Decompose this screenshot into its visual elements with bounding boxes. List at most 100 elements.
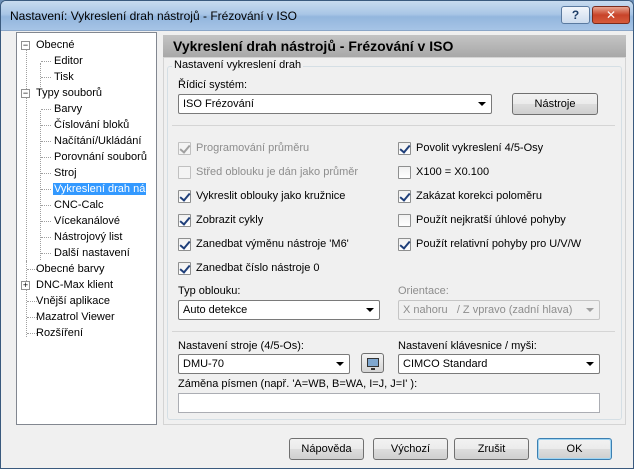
monitor-icon	[367, 358, 379, 370]
tree-item-porovnani-souboru[interactable]: Porovnání souborů	[53, 150, 148, 165]
chevron-down-icon	[586, 308, 594, 312]
tree-item-mazatrol[interactable]: Mazatrol Viewer	[35, 310, 116, 325]
arc-type-label: Typ oblouku:	[178, 285, 241, 297]
checkbox-label: Programování průměru	[196, 142, 310, 154]
checkbox-label: X100 = X0.100	[416, 166, 490, 178]
cancel-button[interactable]: Zrušit	[454, 438, 529, 460]
letter-swap-input[interactable]	[178, 393, 600, 413]
checkbox-label: Použít nejkratší úhlové pohyby	[416, 214, 566, 226]
help-button[interactable]: Nápověda	[289, 438, 364, 460]
tree-item-cislovani-bloku[interactable]: Číslování bloků	[53, 118, 130, 133]
tree-item-label: Nástrojový list	[54, 231, 123, 243]
checkbox-box[interactable]	[398, 166, 411, 179]
keyboard-label: Nastavení klávesnice / myši:	[398, 340, 537, 352]
chevron-down-icon	[586, 362, 594, 366]
group-title: Nastavení vykreslení drah	[172, 59, 304, 71]
tree-item-vykresleni-drah[interactable]: Vykreslení drah ná	[53, 182, 147, 197]
checkbox-label: Zobrazit cykly	[196, 214, 264, 226]
checkbox-box[interactable]	[178, 142, 191, 155]
panel-body: Nastavení vykreslení drah Řídicí systém:…	[163, 57, 626, 425]
orientation-select[interactable]: X nahoru / Z vpravo (zadní hlava)	[398, 300, 600, 320]
checkbox-box[interactable]	[178, 214, 191, 227]
tree-item-cnc-calc[interactable]: CNC-Calc	[53, 198, 105, 213]
close-button[interactable]: ✕	[592, 6, 630, 24]
ok-button[interactable]: OK	[537, 438, 612, 460]
chevron-down-icon	[478, 102, 486, 106]
machine-setup-button[interactable]	[361, 353, 384, 373]
tree-item-label: Další nastavení	[54, 247, 130, 259]
tree-item-label: Rozšíření	[36, 327, 84, 339]
machine-value: DMU-70	[183, 358, 224, 370]
checkbox-label: Vykreslit oblouky jako kružnice	[196, 190, 346, 202]
tools-button[interactable]: Nástroje	[512, 93, 598, 115]
keyboard-select[interactable]: CIMCO Standard	[398, 354, 600, 374]
checkbox-box[interactable]	[398, 142, 411, 155]
orientation-value: X nahoru / Z vpravo (zadní hlava)	[403, 304, 573, 316]
checkbox-label: Zakázat korekci poloměru	[416, 190, 542, 202]
tree-item-stroj[interactable]: Stroj	[53, 166, 78, 181]
checkbox-label: Povolit vykreslení 4/5-Osy	[416, 142, 544, 154]
separator	[172, 331, 615, 332]
chevron-down-icon	[366, 308, 374, 312]
collapse-icon[interactable]: −	[21, 89, 30, 98]
tree-item-tisk[interactable]: Tisk	[53, 70, 75, 85]
tree-item-label: Obecné	[36, 39, 75, 51]
default-button[interactable]: Výchozí	[373, 438, 448, 460]
checkbox-box[interactable]	[178, 190, 191, 203]
checkbox-box[interactable]	[178, 166, 191, 179]
expand-icon[interactable]: +	[21, 281, 30, 290]
tree-item-obecne-barvy[interactable]: Obecné barvy	[35, 262, 105, 277]
checkbox-label: Použít relativní pohyby pro U/V/W	[416, 238, 582, 250]
tree-item-label: Vnější aplikace	[36, 295, 110, 307]
panel-title: Vykreslení drah nástrojů - Frézování v I…	[173, 38, 454, 54]
tree-item-label: DNC-Max klient	[36, 279, 114, 291]
arc-type-value: Auto detekce	[183, 304, 248, 316]
window-title: Nastavení: Vykreslení drah nástrojů - Fr…	[10, 9, 298, 23]
tree-item-rozsireni[interactable]: Rozšíření	[35, 326, 84, 341]
checkbox-label: Střed oblouku je dán jako průměr	[196, 166, 359, 178]
letter-swap-label: Záměna písmen (např. 'A=WB, B=WA, I=J, J…	[178, 378, 418, 390]
checkbox-box[interactable]	[398, 190, 411, 203]
control-system-label: Řídicí systém:	[178, 79, 248, 91]
keyboard-value: CIMCO Standard	[403, 358, 488, 370]
collapse-icon[interactable]: −	[21, 41, 30, 50]
checkbox-box[interactable]	[398, 214, 411, 227]
arc-type-select[interactable]: Auto detekce	[178, 300, 380, 320]
tree-item-barvy[interactable]: Barvy	[53, 102, 83, 117]
checkbox-box[interactable]	[178, 238, 191, 251]
tree-item-label: Editor	[54, 55, 83, 67]
tree-item-label: Tisk	[54, 71, 74, 83]
separator	[172, 125, 615, 126]
settings-dialog: Nastavení: Vykreslení drah nástrojů - Fr…	[0, 0, 634, 469]
tree-item-label: Barvy	[54, 103, 83, 115]
machine-select[interactable]: DMU-70	[178, 354, 350, 374]
tree-item-label: CNC-Calc	[54, 199, 104, 211]
help-title-button[interactable]: ?	[561, 6, 590, 24]
settings-tree[interactable]: − Obecné Editor Tisk − Typy souborů Barv…	[16, 32, 157, 425]
title-bar[interactable]: Nastavení: Vykreslení drah nástrojů - Fr…	[1, 1, 633, 31]
panel-header: Vykreslení drah nástrojů - Frézování v I…	[163, 35, 626, 57]
tree-item-label: Načítání/Ukládání	[54, 135, 142, 147]
checkbox-label: Zanedbat výměnu nástroje 'M6'	[196, 238, 349, 250]
control-system-value: ISO Frézování	[183, 98, 254, 110]
tree-item-label: Vícekanálové	[54, 215, 121, 227]
tree-item-dalsi-nastaveni[interactable]: Další nastavení	[53, 246, 131, 261]
machine-label: Nastavení stroje (4/5-Os):	[178, 340, 304, 352]
checkbox-label: Zanedbat číslo nástroje 0	[196, 262, 320, 274]
tree-item-label: Porovnání souborů	[54, 151, 147, 163]
tree-item-vnejsi-aplikace[interactable]: Vnější aplikace	[35, 294, 111, 309]
tree-item-label: Stroj	[54, 167, 77, 179]
tree-item-nastrojovy-list[interactable]: Nástrojový list	[53, 230, 123, 245]
tree-item-nacitani-ukladani[interactable]: Načítání/Ukládání	[53, 134, 142, 149]
tree-item-label: Typy souborů	[36, 87, 103, 99]
orientation-label: Orientace:	[398, 285, 449, 297]
checkbox-box[interactable]	[398, 238, 411, 251]
chevron-down-icon	[336, 362, 344, 366]
tree-item-label: Obecné barvy	[36, 263, 105, 275]
tree-item-label: Vykreslení drah ná	[53, 183, 147, 195]
tree-item-editor[interactable]: Editor	[53, 54, 84, 69]
checkbox-box[interactable]	[178, 262, 191, 275]
control-system-select[interactable]: ISO Frézování	[178, 94, 492, 114]
tree-item-label: Číslování bloků	[54, 119, 130, 131]
tree-item-vicekanalove[interactable]: Vícekanálové	[53, 214, 121, 229]
